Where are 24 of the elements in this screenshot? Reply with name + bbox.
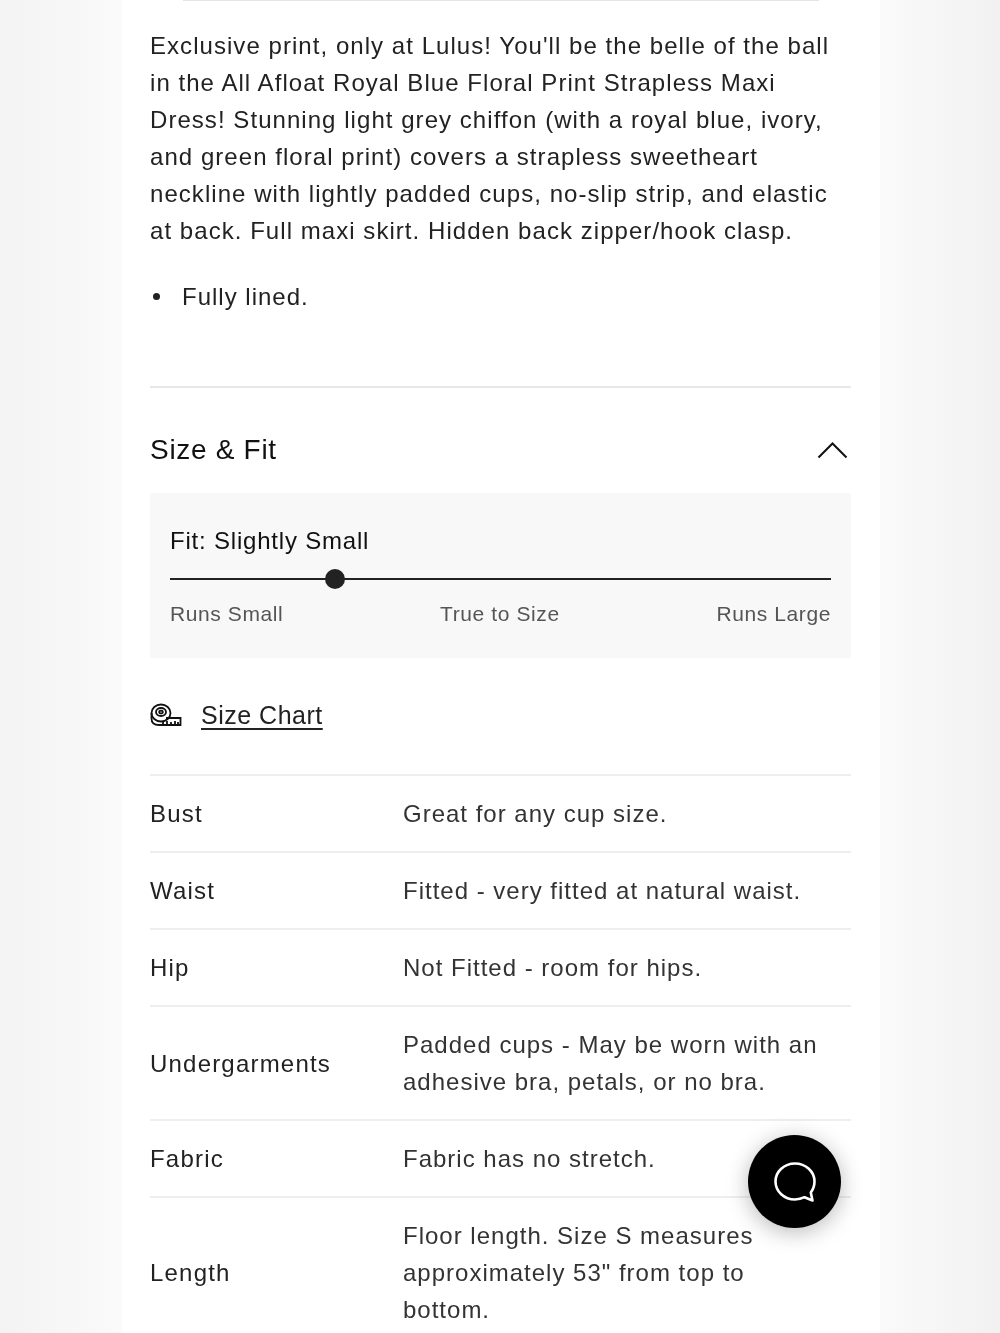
description-text: Exclusive print, only at Lulus! You'll be the belle of the ball in the All Afloat Royal Blue Floral Print Strapless Maxi Dress! Stunning light grey chiffon (with a royal blue, ivory, and green floral print) covers a strapless sweetheart neckline with lightly padded cups, no-slip strip, and elastic at back. Full maxi skirt. Hidden back zipper/hook clasp.	[150, 31, 831, 246]
attribute-value: Not Fitted - room for hips.	[403, 953, 704, 983]
attribute-value: Great for any cup size.	[403, 799, 669, 829]
attribute-label: Length	[150, 1258, 232, 1288]
chat-bubble-icon	[772, 1160, 817, 1203]
attribute-label: Bust	[150, 799, 204, 829]
scale-label: Runs Small	[170, 601, 284, 627]
scale-label: Runs Large	[716, 601, 831, 627]
fit-label: Fit: Slightly Small	[170, 526, 371, 556]
attribute-value: Floor length. Size S measures approximately 53" from top to bottom.	[403, 1221, 755, 1325]
size-chart-link[interactable]: Size Chart	[201, 700, 323, 730]
scale-label: True to Size	[440, 601, 560, 627]
attribute-value: Fitted - very fitted at natural waist.	[403, 876, 803, 906]
attribute-value: Padded cups - May be worn with an adhesive bra, petals, or no bra.	[403, 1030, 819, 1097]
bullet-text: Fully lined.	[182, 282, 309, 312]
chevron-up-icon[interactable]	[817, 441, 848, 459]
attribute-label: Undergarments	[150, 1048, 332, 1079]
attribute-value: Fabric has no stretch.	[403, 1144, 657, 1174]
attribute-label: Fabric	[150, 1144, 225, 1174]
section-heading: Size & Fit	[150, 433, 277, 467]
attribute-label: Hip	[150, 953, 191, 983]
attribute-label: Waist	[150, 876, 217, 906]
tape-measure-icon	[150, 703, 182, 727]
bullet-icon	[153, 293, 160, 300]
